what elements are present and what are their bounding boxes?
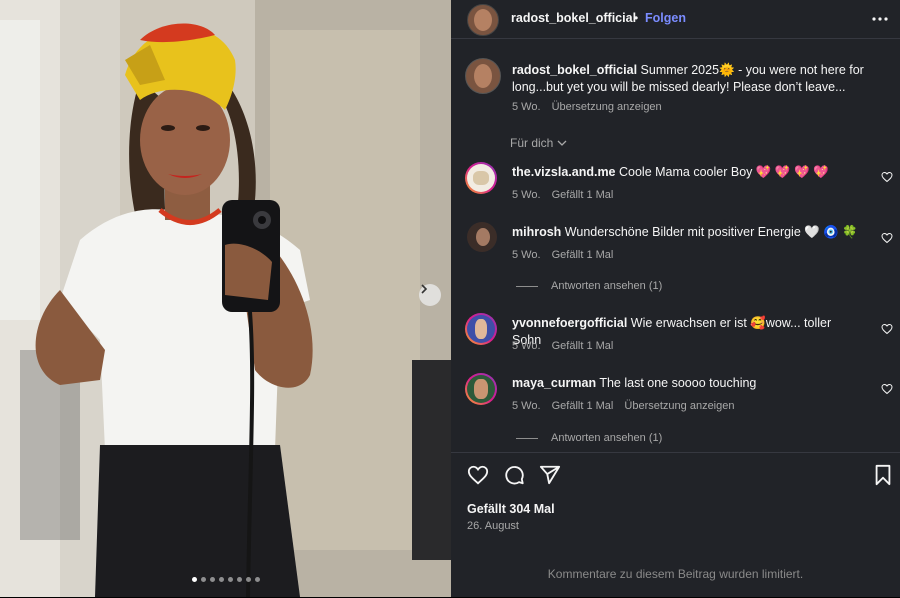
heart-icon[interactable] — [467, 464, 489, 486]
post-date[interactable]: 26. August — [467, 520, 519, 532]
replies-divider — [516, 285, 538, 287]
comment-likes[interactable]: Gefällt 1 Mal — [552, 340, 614, 352]
photo-illustration — [0, 0, 451, 597]
comment-filter-label: Für dich — [510, 136, 554, 150]
comment-time: 5 Wo. — [512, 189, 541, 201]
comment-filter-dropdown[interactable]: Für dich — [510, 136, 567, 150]
avatar[interactable] — [465, 162, 497, 194]
post-side-panel: radost_bokel_official • Folgen radost_bo… — [451, 0, 900, 597]
comment-likes[interactable]: Gefällt 1 Mal — [552, 400, 614, 412]
more-icon[interactable] — [872, 14, 888, 24]
comment-likes[interactable]: Gefällt 1 Mal — [552, 189, 614, 201]
post-actions: Gefällt 304 Mal 26. August Kommentare zu… — [451, 452, 900, 598]
likes-count[interactable]: Gefällt 304 Mal — [467, 502, 555, 516]
view-replies-label: Antworten ansehen (1) — [551, 280, 663, 292]
bookmark-icon[interactable] — [873, 464, 893, 486]
view-replies-label: Antworten ansehen (1) — [551, 432, 663, 444]
carousel-dot — [218, 577, 224, 582]
heart-icon[interactable] — [881, 232, 893, 244]
carousel-dot — [254, 577, 260, 582]
share-icon[interactable] — [539, 464, 561, 486]
comment-username[interactable]: mihrosh — [512, 225, 561, 239]
chevron-right-icon — [421, 284, 428, 294]
post-header: radost_bokel_official • Folgen — [451, 0, 900, 39]
heart-icon[interactable] — [881, 383, 893, 395]
avatar[interactable] — [467, 4, 499, 36]
avatar[interactable] — [467, 222, 497, 252]
next-image-button[interactable] — [419, 284, 441, 306]
comment-time: 5 Wo. — [512, 249, 541, 261]
post-photo[interactable] — [0, 0, 451, 597]
carousel-indicator — [0, 577, 451, 582]
carousel-dot — [236, 577, 242, 582]
comment-time: 5 Wo. — [512, 400, 541, 412]
carousel-dot — [245, 577, 251, 582]
comment-likes[interactable]: Gefällt 1 Mal — [552, 249, 614, 261]
comment-icon[interactable] — [503, 464, 525, 486]
translate-link[interactable]: Übersetzung anzeigen — [552, 101, 662, 113]
carousel-dot — [227, 577, 233, 582]
view-replies-button[interactable]: Antworten ansehen (1) — [516, 280, 662, 292]
comment-username[interactable]: maya_curman — [512, 376, 596, 390]
comment-text: The last one soooo touching — [599, 376, 757, 390]
replies-divider — [516, 437, 538, 439]
chevron-down-icon — [557, 140, 567, 146]
comment-username[interactable]: the.vizsla.and.me — [512, 165, 616, 179]
carousel-dot — [200, 577, 206, 582]
comment-time: 5 Wo. — [512, 340, 541, 352]
carousel-dot — [191, 577, 197, 582]
post-username[interactable]: radost_bokel_official — [511, 11, 636, 25]
comments-limited-notice: Kommentare zu diesem Beitrag wurden limi… — [547, 567, 804, 581]
avatar[interactable] — [465, 58, 501, 94]
view-replies-button[interactable]: Antworten ansehen (1) — [516, 432, 662, 444]
comment-text: Wunderschöne Bilder mit positiver Energi… — [564, 225, 858, 239]
carousel-dot — [209, 577, 215, 582]
heart-icon[interactable] — [881, 171, 893, 183]
comment-username[interactable]: yvonnefoergofficial — [512, 316, 627, 330]
avatar[interactable] — [465, 313, 497, 345]
heart-icon[interactable] — [881, 323, 893, 335]
separator-dot: • — [634, 11, 639, 25]
follow-button[interactable]: Folgen — [645, 11, 686, 25]
caption-time: 5 Wo. — [512, 101, 541, 113]
avatar[interactable] — [465, 373, 497, 405]
caption-username[interactable]: radost_bokel_official — [512, 63, 637, 77]
comment-text: Coole Mama cooler Boy 💖 💖 💖 💖 — [619, 165, 829, 179]
translate-link[interactable]: Übersetzung anzeigen — [624, 400, 734, 412]
